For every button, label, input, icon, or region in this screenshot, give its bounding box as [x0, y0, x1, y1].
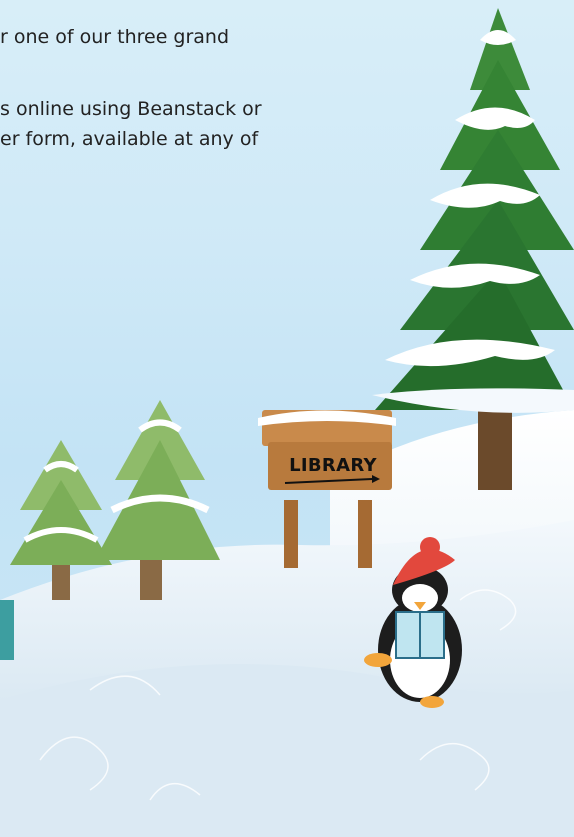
text-line-1: r one of our three grand: [0, 26, 230, 48]
text-line-3: er form, available at any of: [0, 128, 259, 150]
paragraph-text: r one of our three grand s online using …: [0, 22, 390, 154]
big-tree-trunk: [478, 405, 512, 490]
left-book-fragment: [0, 600, 14, 660]
library-sign-label: LIBRARY: [289, 455, 377, 476]
winter-scene: r one of our three grand s online using …: [0, 0, 574, 837]
big-pine-tree: [372, 8, 574, 413]
text-line-2: s online using Beanstack or: [0, 98, 262, 120]
